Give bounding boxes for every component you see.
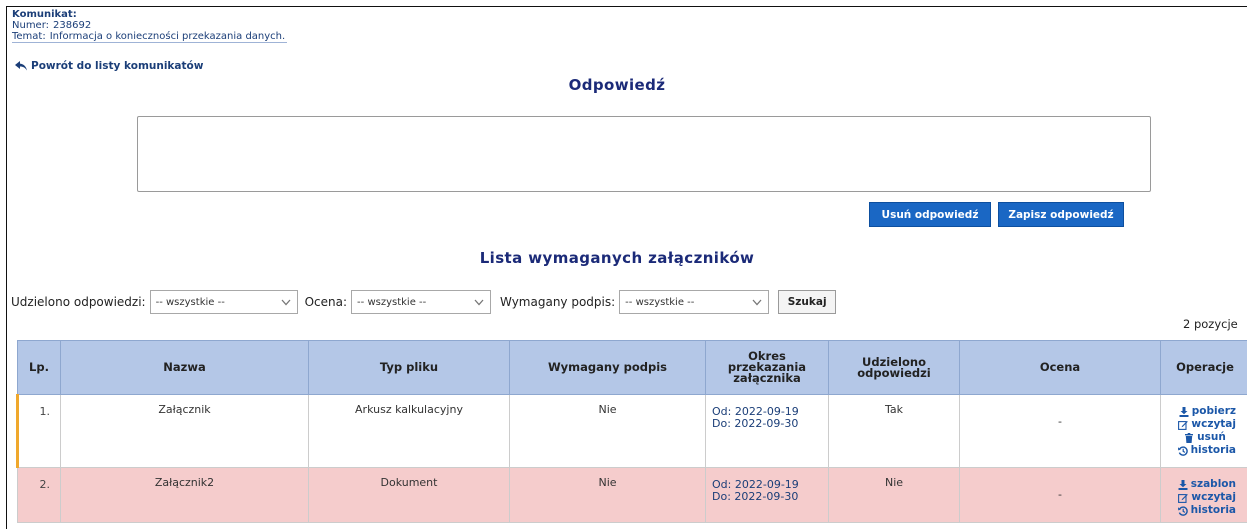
- cell-period: Od: 2022-09-19 Do: 2022-09-30: [705, 467, 829, 523]
- trash-icon: [1185, 432, 1194, 443]
- template-link[interactable]: szablon: [1178, 478, 1236, 491]
- answered-filter-value: -- wszystkie --: [155, 296, 225, 308]
- cell-name: Załącznik: [60, 394, 309, 468]
- to-label: Do:: [712, 417, 731, 430]
- table-row[interactable]: 1. Załącznik Arkusz kalkulacyjny Nie Od:…: [16, 394, 1247, 468]
- answer-title: Odpowiedź: [568, 76, 666, 94]
- history-link[interactable]: historia: [1177, 504, 1236, 517]
- column-header[interactable]: Okres przekazania załącznika: [705, 340, 829, 395]
- message-number: Numer: 238692: [12, 20, 287, 31]
- cell-type: Arkusz kalkulacyjny: [308, 394, 510, 468]
- cell-signature: Nie: [509, 394, 706, 468]
- signature-filter-select[interactable]: -- wszystkie --: [619, 290, 770, 314]
- edit-icon: [1178, 420, 1189, 430]
- answered-filter-label: Udzielono odpowiedzi:: [11, 295, 146, 309]
- column-header[interactable]: Wymagany podpis: [509, 340, 706, 395]
- cell-signature: Nie: [509, 467, 706, 523]
- message-header: Komunikat: Numer: 238692 Temat: Informacja…: [12, 9, 288, 43]
- column-header[interactable]: Udzielono odpowiedzi: [828, 340, 960, 395]
- to-date: 2022-09-30: [734, 490, 799, 503]
- topic-label: Temat:: [12, 31, 46, 42]
- cell-operations: szablon wczytaj historia: [1160, 467, 1247, 523]
- attachments-title: Lista wymaganych załączników: [479, 249, 755, 267]
- cell-operations: pobierz wczytaj usuń historia: [1160, 394, 1247, 468]
- back-link-label: Powrót do listy komunikatów: [31, 60, 204, 72]
- op-label: historia: [1190, 504, 1236, 516]
- cell-answered: Nie: [828, 467, 960, 523]
- column-header[interactable]: Nazwa: [60, 340, 309, 395]
- download-icon: [1179, 406, 1189, 417]
- upload-link[interactable]: wczytaj: [1178, 418, 1236, 431]
- topic-value: Informacja o konieczności przekazania da…: [49, 31, 286, 42]
- cell-lp: 1.: [16, 394, 61, 468]
- op-label: wczytaj: [1191, 418, 1236, 430]
- answer-textarea[interactable]: [137, 116, 1151, 192]
- chevron-down-icon: [474, 299, 484, 305]
- signature-filter-label: Wymagany podpis:: [500, 295, 616, 309]
- save-answer-button[interactable]: Zapisz odpowiedź: [998, 202, 1124, 227]
- to-label: Do:: [712, 490, 731, 503]
- column-header: Operacje: [1160, 340, 1247, 395]
- rating-filter-value: -- wszystkie --: [357, 296, 427, 308]
- column-header[interactable]: Typ pliku: [308, 340, 510, 395]
- attachments-table: Lp. Nazwa Typ pliku Wymagany podpis Okre…: [16, 340, 1247, 523]
- content-frame: Komunikat: Numer: 238692 Temat: Informacja…: [6, 6, 1247, 529]
- result-count: 2 pozycje: [1183, 317, 1238, 331]
- filter-bar: Udzielono odpowiedzi: -- wszystkie -- Oc…: [11, 290, 837, 314]
- op-label: historia: [1190, 444, 1236, 456]
- reply-arrow-icon: [15, 61, 27, 71]
- cell-period: Od: 2022-09-19 Do: 2022-09-30: [705, 394, 829, 468]
- history-icon: [1177, 505, 1188, 516]
- number-value: 238692: [53, 20, 92, 31]
- cell-rating: -: [959, 467, 1161, 523]
- upload-link[interactable]: wczytaj: [1178, 491, 1236, 504]
- op-label: usuń: [1197, 431, 1226, 443]
- signature-filter-value: -- wszystkie --: [625, 296, 695, 308]
- table-row[interactable]: 2. Załącznik2 Dokument Nie Od: 2022-09-1…: [17, 467, 1247, 523]
- rating-filter-label: Ocena:: [304, 295, 348, 309]
- cell-name: Załącznik2: [60, 467, 309, 523]
- message-topic: Temat: Informacja o konieczności przekaza…: [12, 31, 288, 43]
- op-label: wczytaj: [1191, 491, 1236, 503]
- answered-filter-select[interactable]: -- wszystkie --: [149, 290, 298, 314]
- delete-answer-button[interactable]: Usuń odpowiedź: [869, 202, 991, 227]
- cell-answered: Tak: [828, 394, 960, 468]
- search-button[interactable]: Szukaj: [778, 290, 837, 314]
- table-header-row: Lp. Nazwa Typ pliku Wymagany podpis Okre…: [17, 340, 1247, 395]
- cell-rating: -: [959, 394, 1161, 468]
- history-icon: [1177, 445, 1188, 456]
- op-label: pobierz: [1191, 405, 1236, 417]
- history-link[interactable]: historia: [1177, 444, 1236, 457]
- message-header-label: Komunikat:: [12, 9, 77, 20]
- download-icon: [1178, 479, 1188, 490]
- to-date: 2022-09-30: [734, 417, 799, 430]
- column-header[interactable]: Lp.: [17, 340, 61, 395]
- chevron-down-icon: [752, 299, 762, 305]
- number-label: Numer:: [12, 20, 50, 31]
- column-header[interactable]: Ocena: [959, 340, 1161, 395]
- back-to-list-link[interactable]: Powrót do listy komunikatów: [15, 60, 203, 72]
- edit-icon: [1178, 493, 1189, 503]
- cell-lp: 2.: [17, 467, 61, 523]
- op-label: szablon: [1190, 478, 1236, 490]
- chevron-down-icon: [281, 299, 291, 305]
- delete-link[interactable]: usuń: [1184, 431, 1226, 444]
- rating-filter-select[interactable]: -- wszystkie --: [351, 290, 492, 314]
- cell-type: Dokument: [308, 467, 510, 523]
- download-link[interactable]: pobierz: [1179, 405, 1236, 418]
